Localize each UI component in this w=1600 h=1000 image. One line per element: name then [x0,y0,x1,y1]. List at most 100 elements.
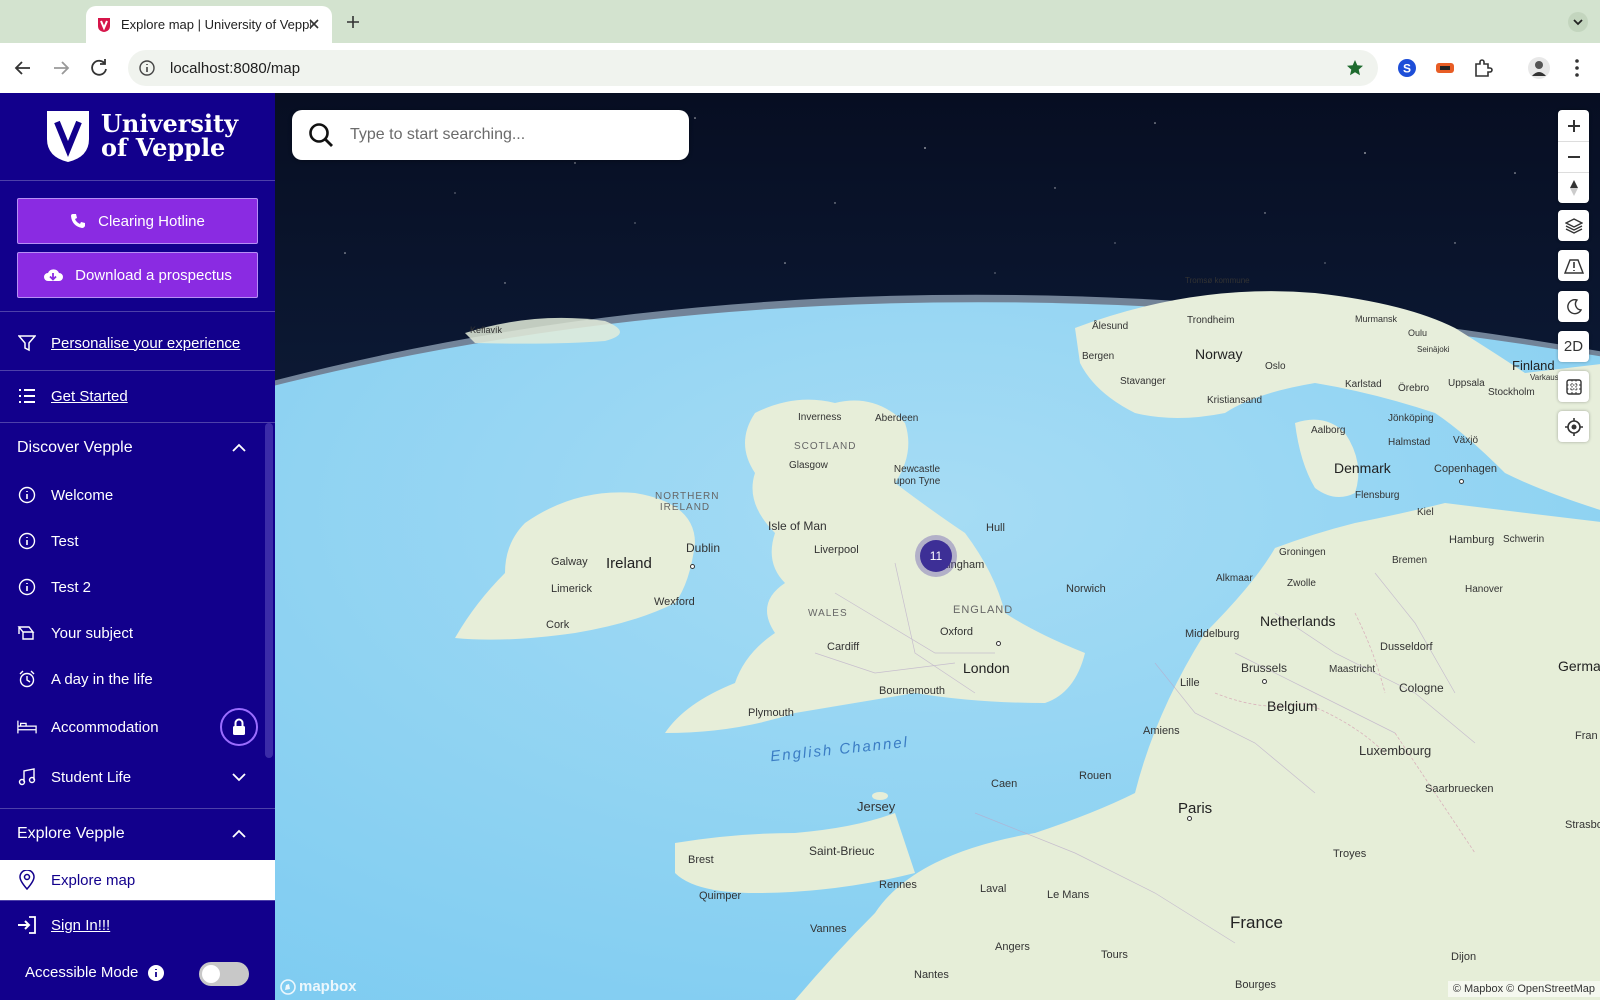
extension-fox-icon[interactable] [1433,56,1457,80]
map-label: Liverpool [814,544,859,556]
sign-in-label: Sign In!!! [51,916,111,934]
download-prospectus-button[interactable]: Download a prospectus [17,252,258,298]
compass-button[interactable] [1558,172,1589,203]
nav-item-label: A day in the life [51,670,153,688]
clearing-hotline-button[interactable]: Clearing Hotline [17,198,258,244]
back-icon[interactable] [11,56,35,80]
map-label: Brussels [1241,661,1288,675]
map-label: Plymouth [748,707,794,719]
location-cluster-marker[interactable]: 11 [915,535,957,577]
layers-button[interactable] [1558,210,1589,241]
map-label: Saint-Brieuc [809,844,875,858]
zoom-controls [1558,110,1589,203]
map-label: Middelburg [1185,628,1240,640]
address-bar[interactable]: localhost:8080/map [128,50,1378,86]
extensions-puzzle-icon[interactable] [1471,56,1495,80]
map-label: Brest [688,854,714,866]
discover-vepple-heading[interactable]: Discover Vepple [0,425,265,471]
explore-vepple-heading[interactable]: Explore Vepple [0,811,265,857]
nav-item-your-subject[interactable]: Your subject [0,611,275,655]
nav-item-welcome[interactable]: Welcome [0,473,275,517]
grid-button[interactable] [1558,371,1589,402]
close-tab-icon[interactable] [306,16,322,32]
nav-item-student-life[interactable]: Student Life [0,755,275,799]
terrain-button[interactable] [1558,250,1589,281]
site-info-icon[interactable] [138,59,156,77]
map-label: Finland [1512,358,1555,373]
map-label: Hanover [1465,584,1503,595]
accessible-mode-label: Accessible Mode [25,964,139,981]
map-label: Oslo [1265,361,1286,372]
mapbox-logo-text: mapbox [299,978,357,995]
map-label: Germa [1558,658,1600,674]
info-circle-icon [18,486,36,504]
compass-icon [1569,180,1578,196]
accessible-mode-toggle[interactable] [199,962,249,986]
map-label: Varkaus [1530,373,1559,382]
tab-search-chevron-icon[interactable] [1568,12,1588,32]
nav-item-test-2[interactable]: Test 2 [0,565,275,609]
map-label: Belgium [1267,698,1318,714]
map-label: Troyes [1333,848,1367,860]
map-label: Aberdeen [875,413,919,424]
nav-item-label: Accommodation [51,718,159,736]
bed-icon [17,720,37,734]
music-note-icon [18,768,36,786]
map-label: Stockholm [1488,387,1535,398]
info-icon[interactable] [148,964,165,981]
vepple-favicon-icon [98,17,110,32]
nav-item-day-in-life[interactable]: A day in the life [0,657,275,701]
locate-crosshair-icon [1564,417,1583,436]
mapbox-logo[interactable]: mapbox [280,978,357,995]
sign-in-link[interactable]: Sign In!!! [0,903,275,947]
nav-item-test[interactable]: Test [0,519,275,563]
browser-tab[interactable]: Explore map | University of Vepple [86,6,332,43]
sidebar-scrollbar[interactable] [265,423,273,758]
nav-item-explore-map[interactable]: Explore map [0,860,275,900]
map-label: WALES [808,608,848,619]
zoom-in-button[interactable] [1558,110,1589,141]
bookmark-star-icon[interactable] [1346,59,1364,77]
extension-s-icon[interactable]: S [1395,56,1419,80]
map-label: Laval [980,883,1007,895]
map-label: Luxembourg [1359,743,1432,758]
zoom-out-button[interactable] [1558,141,1589,172]
phone-icon [71,214,86,228]
geolocate-button[interactable] [1558,411,1589,442]
new-tab-icon[interactable] [343,12,363,32]
subject-book-icon [17,626,35,640]
personalise-link[interactable]: Personalise your experience [0,321,275,365]
map-label: Rennes [879,879,917,891]
nav-item-label: Your subject [51,624,134,642]
university-logo[interactable]: University of Vepple [45,109,238,163]
nav-item-label: Test 2 [51,578,92,596]
map-label: Le Mans [1047,889,1090,901]
chevron-down-icon [232,773,246,782]
terrain-control [1558,250,1589,281]
view-mode-2d-button[interactable]: 2D [1558,331,1589,362]
map-attribution[interactable]: © Mapbox © OpenStreetMap [1447,981,1600,997]
browser-menu-icon[interactable] [1565,56,1589,80]
map-label: NORTHERN IRELAND [655,491,720,513]
map-label: Ålesund [1092,321,1129,332]
city-dot [1187,816,1192,821]
dark-mode-button[interactable] [1558,291,1589,322]
map-label: Fran [1575,730,1598,742]
get-started-link[interactable]: Get Started [0,374,275,418]
layers-control [1558,210,1589,241]
map-label: Jersey [857,799,896,814]
search-input[interactable] [350,126,650,144]
reload-icon[interactable] [87,56,111,80]
lock-icon [233,718,245,735]
terrain-3d-icon [1563,258,1584,274]
map-label: Bournemouth [879,685,946,697]
map-label: Oulu [1408,328,1428,338]
map-canvas[interactable]: Keflavík Ålesund Trondheim Tromsø kommun… [275,93,1600,1000]
forward-icon[interactable] [49,56,73,80]
mapbox-logo-icon [280,978,296,995]
accommodation-lock-button[interactable] [220,708,258,746]
grid-control [1558,371,1589,402]
map-search-bar[interactable] [292,110,689,160]
map-label: Dublin [686,541,721,555]
profile-avatar-icon[interactable] [1527,56,1551,80]
